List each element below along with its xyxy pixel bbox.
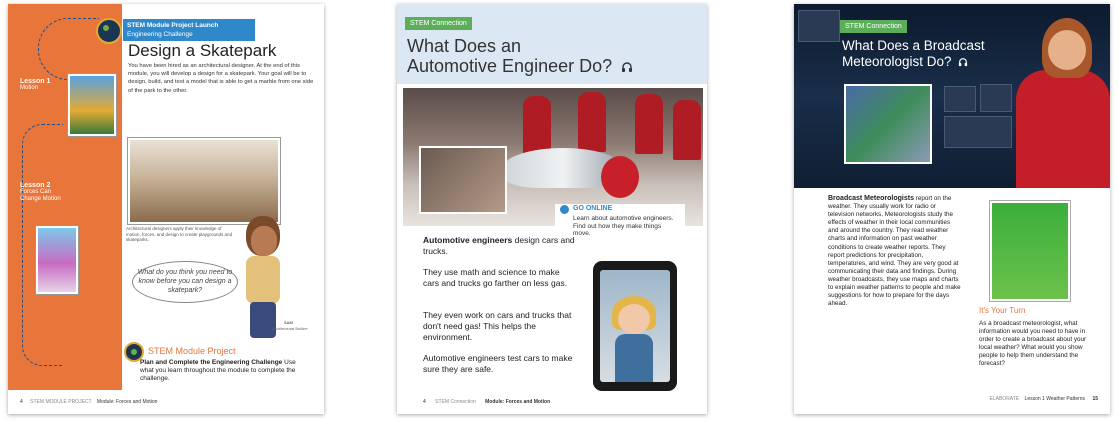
photo-caption: Architectural designers apply their know…	[126, 226, 233, 243]
lesson-name: Motion	[20, 85, 39, 91]
paragraph-2: They use math and science to make cars a…	[423, 267, 568, 288]
go-online-link[interactable]: GO ONLINE	[573, 205, 612, 212]
footer-page-number: 4	[423, 399, 426, 405]
footer-page-number: 15	[1092, 396, 1098, 402]
footer-module: Module: Forces and Motion	[96, 399, 158, 405]
character-body	[246, 256, 280, 304]
monitor	[980, 84, 1012, 112]
crew-member	[523, 96, 551, 156]
title-text: Meteorologist Do?	[842, 54, 952, 69]
character-face	[618, 304, 650, 334]
p1-bold: Automotive engineers	[423, 235, 513, 245]
footer-page-number: 4	[20, 399, 23, 405]
designers-photo	[128, 138, 280, 224]
stem-connection-tag: STEM Connection	[840, 20, 907, 33]
banner-title: STEM Module Project Launch	[127, 22, 219, 29]
weather-map-inset-photo	[844, 84, 932, 164]
body-paragraph: Broadcast Meteorologists report on the w…	[828, 195, 962, 308]
monitor	[798, 10, 840, 42]
your-turn-heading: It's Your Turn	[979, 306, 1026, 315]
engineer-inset-photo	[419, 146, 507, 214]
paragraph-3: They even work on cars and trucks that d…	[423, 310, 572, 342]
lesson-name: Forces Can Change Motion	[20, 189, 61, 202]
page-automotive-engineer: STEM Connection What Does an Automotive …	[397, 4, 707, 414]
paragraph-1: Automotive engineers design cars and tru…	[423, 235, 577, 257]
lesson-number: Lesson 2	[20, 182, 51, 189]
page-title-line2: Automotive Engineer Do?	[407, 56, 633, 76]
path-dashed-line	[38, 18, 99, 80]
character-name: SAM	[284, 320, 293, 325]
plan-paragraph: Plan and Complete the Engineering Challe…	[140, 359, 300, 383]
page-footer: 4 STEM Connection Module: Forces and Mot…	[397, 390, 707, 414]
crew-member	[635, 94, 663, 154]
footer-section: ELABORATE	[989, 396, 1020, 402]
footer-module: Module: Forces and Motion	[485, 399, 551, 405]
crew-member	[578, 92, 606, 152]
plan-bold: Plan and Complete the Engineering Challe…	[140, 359, 283, 366]
intro-paragraph: You have been hired as an architectural …	[128, 63, 314, 94]
headphones-icon[interactable]	[621, 61, 633, 73]
go-online-icon[interactable]	[560, 205, 569, 214]
speech-bubble: What do you think you need to know befor…	[132, 261, 238, 303]
project-launch-banner: STEM Module Project Launch Engineering C…	[123, 19, 255, 41]
footer-section: STEM Connection	[435, 399, 476, 405]
page-title-line1: What Does a Broadcast	[842, 38, 985, 53]
character-legs	[250, 302, 276, 338]
page-footer: ELABORATE Lesson 1 Weather Patterns 15	[990, 396, 1098, 402]
page-stem-module-project: STEM Module Project Launch Engineering C…	[8, 4, 324, 414]
body-bold: Broadcast Meteorologists	[828, 195, 914, 202]
character-face	[251, 226, 277, 256]
project-heading: STEM Module Project	[148, 346, 236, 356]
paragraph-4: Automotive engineers test cars to make s…	[423, 353, 573, 374]
headphones-icon[interactable]	[958, 57, 968, 67]
page-title-line1: What Does an	[407, 36, 522, 56]
crew-member	[673, 100, 701, 160]
lesson-number: Lesson 1	[20, 78, 51, 85]
monitor	[944, 116, 1012, 148]
go-online-text: Learn about automotive engineers. Find o…	[573, 215, 674, 237]
stem-badge-icon	[96, 18, 122, 44]
footer-lesson: Lesson 1 Weather Patterns	[1024, 396, 1086, 402]
skaters-photo	[36, 226, 78, 294]
lesson-2-label: Lesson 2 Forces Can Change Motion	[20, 182, 70, 203]
character-role: Architectural Builder	[272, 326, 308, 331]
monitor	[944, 86, 976, 112]
footer-section: STEM MODULE PROJECT	[30, 399, 92, 405]
page-broadcast-meteorologist: STEM Connection What Does a Broadcast Me…	[794, 4, 1110, 414]
page-title: Design a Skatepark	[128, 41, 277, 60]
lesson-1-label: Lesson 1 Motion	[20, 78, 50, 92]
body-rest: report on the weather. They usually work…	[828, 195, 961, 308]
character-body	[615, 334, 653, 382]
red-helmet	[601, 156, 639, 198]
meteorologist-face	[1048, 30, 1086, 70]
your-turn-text: As a broadcast meteorologist, what infor…	[979, 320, 1087, 368]
meteorologist-body	[1016, 70, 1110, 188]
stem-connection-tag: STEM Connection	[405, 17, 472, 30]
title-text: Automotive Engineer Do?	[407, 56, 613, 76]
page-footer: 4 STEM MODULE PROJECT Module: Forces and…	[8, 390, 324, 414]
green-screen-photo	[990, 201, 1070, 301]
amusement-ride-photo	[68, 74, 116, 136]
page-title-line2: Meteorologist Do?	[842, 54, 968, 70]
banner-subtitle: Engineering Challenge	[127, 31, 193, 38]
